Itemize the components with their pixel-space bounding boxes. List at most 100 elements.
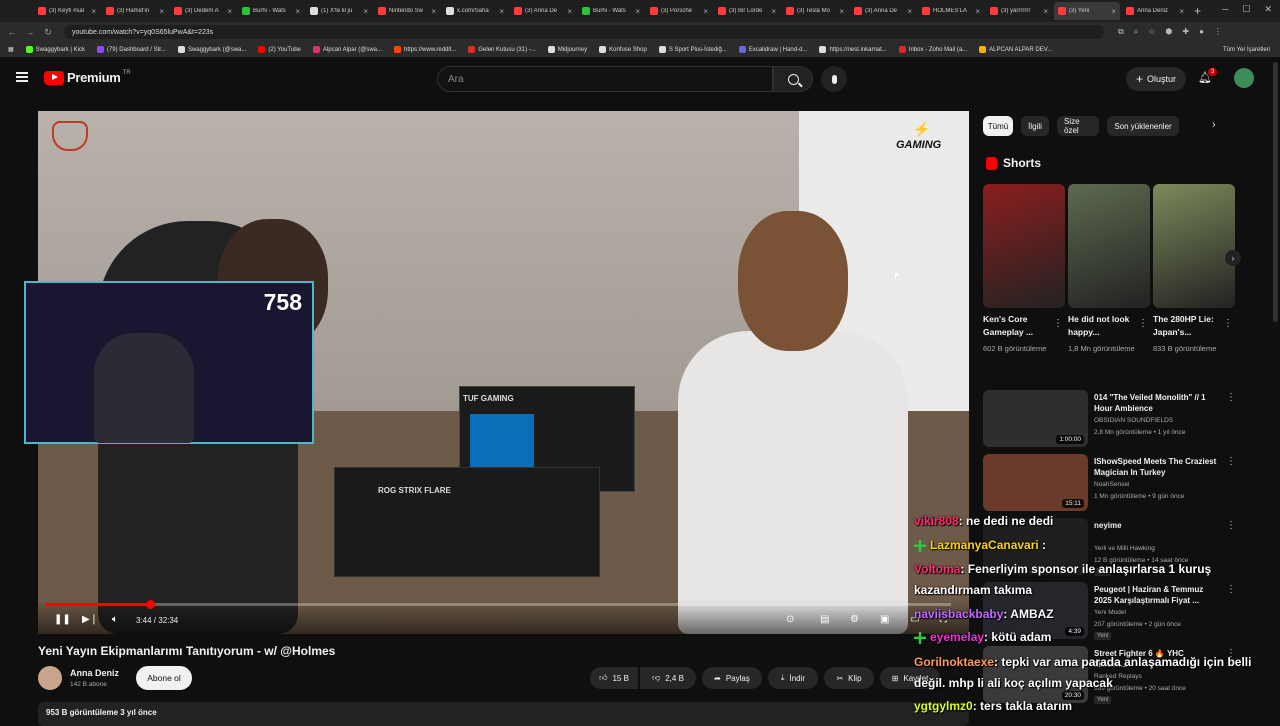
profile-icon[interactable]: ● (1199, 27, 1204, 37)
close-tab-icon[interactable]: × (1111, 7, 1116, 16)
close-window-icon[interactable]: ✕ (1264, 4, 1272, 15)
kebab-menu-icon[interactable]: ⋮ (1226, 584, 1236, 595)
filter-chip[interactable]: Tümü (983, 116, 1013, 136)
minimize-icon[interactable]: ─ (1222, 4, 1228, 15)
recommendation-title[interactable]: Peugeot | Haziran & Temmuz 2025 Karşılaş… (1094, 584, 1218, 606)
browser-tab[interactable]: (1) X'te lil ju × (306, 2, 372, 20)
recommendation-title[interactable]: IShowSpeed Meets The Craziest Magician I… (1094, 456, 1218, 478)
close-tab-icon[interactable]: × (499, 7, 504, 16)
short-thumbnail[interactable] (1153, 184, 1235, 308)
bookmark-item[interactable]: Gelen Kutusu (31) -... (468, 46, 536, 53)
voice-search-button[interactable] (821, 66, 847, 92)
zoom-icon[interactable]: ⌕ (1134, 27, 1138, 37)
bookmark-item[interactable]: https://www.reddit... (394, 46, 456, 53)
miniplayer-icon[interactable]: ▣ (880, 614, 889, 625)
bookmark-item[interactable]: Konfuse Shop (599, 46, 647, 53)
browser-tab[interactable]: Nintendo Sw × (374, 2, 440, 20)
kebab-menu-icon[interactable]: ⋮ (1053, 318, 1063, 329)
bookmark-item[interactable]: Inbox - Zoho Mail (a... (898, 46, 967, 53)
like-button[interactable]: 👍︎ 15 B (590, 667, 638, 689)
chevron-right-icon[interactable]: › (1212, 119, 1216, 131)
browser-tab[interactable]: Anna Deniz × (1122, 2, 1188, 20)
kebab-menu-icon[interactable]: ⋮ (1214, 27, 1222, 37)
next-icon[interactable]: ▶❘ (82, 614, 98, 625)
forward-icon[interactable]: → (24, 27, 36, 37)
recommendation-thumbnail[interactable]: 15:11 (983, 454, 1088, 511)
kebab-menu-icon[interactable]: ⋮ (1226, 456, 1236, 467)
close-tab-icon[interactable]: × (159, 7, 164, 16)
browser-tab[interactable]: (3) Porsche × (646, 2, 712, 20)
channel-name[interactable]: Anna Deniz (70, 668, 119, 678)
recommendation-title[interactable]: neyime (1094, 520, 1218, 531)
recommendation-channel[interactable]: NoahSensei (1094, 481, 1129, 488)
settings-gear-icon[interactable]: ⚙ (850, 614, 859, 625)
short-title[interactable]: He did not look happy... (1068, 313, 1134, 339)
description-box[interactable] (38, 702, 969, 726)
filter-chip[interactable]: Son yüklenenler (1107, 116, 1179, 136)
reload-icon[interactable]: ↻ (42, 27, 54, 38)
recommendation-channel[interactable]: OBSIDIAN SOUNDFIELDS (1094, 417, 1173, 424)
close-tab-icon[interactable]: × (567, 7, 572, 16)
search-button[interactable] (773, 66, 813, 92)
kebab-menu-icon[interactable]: ⋮ (1226, 392, 1236, 403)
bookmark-item[interactable]: Swaggybark (@swa... (177, 46, 246, 53)
url-field[interactable]: youtube.com/watch?v=yq0S65luPwA&t=223s (64, 25, 1104, 39)
bookmark-item[interactable]: (2) YouTube (258, 46, 301, 53)
subscribe-button[interactable]: Abone ol (136, 666, 192, 690)
all-bookmarks[interactable]: Tüm Yer İşaretleri (1223, 47, 1270, 53)
search-input[interactable]: Ara (437, 66, 773, 92)
progress-knob[interactable] (145, 600, 155, 609)
browser-tab[interactable]: (3) Anna De × (850, 2, 916, 20)
short-title[interactable]: Ken's Core Gameplay ... (983, 313, 1049, 339)
hamburger-menu-icon[interactable] (16, 72, 28, 82)
bookmark-item[interactable]: S Sport Plus-İstediğ... (658, 46, 727, 53)
short-title[interactable]: The 280HP Lie: Japan's... (1153, 313, 1219, 339)
share-button[interactable]: ➦ Paylaş (702, 667, 762, 689)
bookmark-item[interactable]: Alpcan Alpar (@swa... (312, 46, 382, 53)
autoplay-toggle-icon[interactable]: ⊙ (786, 614, 794, 625)
clip-button[interactable]: ✂ Klip (824, 667, 874, 689)
browser-tab[interactable]: HOLMES'LA × (918, 2, 984, 20)
create-button[interactable]: + Oluştur (1126, 67, 1186, 91)
close-tab-icon[interactable]: × (1179, 7, 1184, 16)
maximize-icon[interactable]: ☐ (1242, 4, 1250, 15)
avatar[interactable] (1234, 68, 1254, 88)
browser-tab[interactable]: (3) Bir Lorde × (714, 2, 780, 20)
back-icon[interactable]: ← (6, 27, 18, 37)
puzzle-icon[interactable]: ✚ (1182, 27, 1189, 37)
bookmark-item[interactable]: https://nest.inkarnat... (819, 46, 887, 53)
close-tab-icon[interactable]: × (771, 7, 776, 16)
close-tab-icon[interactable]: × (839, 7, 844, 16)
close-tab-icon[interactable]: × (635, 7, 640, 16)
bookmark-item[interactable]: Swaggybark | Kick (25, 46, 85, 53)
filter-chip[interactable]: İlgili (1021, 116, 1049, 136)
kebab-menu-icon[interactable]: ⋮ (1138, 318, 1148, 329)
browser-tab[interactable]: Burhi - Wats × (238, 2, 304, 20)
recommendation-title[interactable]: 014 "The Veiled Monolith" // 1 Hour Ambi… (1094, 392, 1218, 414)
subtitles-icon[interactable]: ▤ (820, 614, 829, 625)
install-icon[interactable]: ⧉ (1118, 27, 1124, 37)
pause-icon[interactable]: ❚❚ (54, 614, 71, 625)
browser-tab[interactable]: (3) Anna De × (510, 2, 576, 20)
bookmark-item[interactable]: Midjourney (547, 46, 587, 53)
youtube-logo[interactable]: Premium TR (44, 70, 131, 85)
filter-chip[interactable]: Size özel (1057, 116, 1099, 136)
bookmark-item[interactable]: (79) Dashboard / Str... (96, 46, 166, 53)
recommendation-channel[interactable]: Yerli ve Milli Hawking (1094, 545, 1155, 552)
short-thumbnail[interactable] (983, 184, 1065, 308)
extension-icon[interactable]: ⬢ (1165, 27, 1172, 37)
close-tab-icon[interactable]: × (975, 7, 980, 16)
browser-tab[interactable]: Burhi - Wats × (578, 2, 644, 20)
close-tab-icon[interactable]: × (91, 7, 96, 16)
close-tab-icon[interactable]: × (1043, 7, 1048, 16)
browser-tab[interactable]: (3) yarrrrrrr × (986, 2, 1052, 20)
download-button[interactable]: ⤓ İndir (768, 667, 818, 689)
kebab-menu-icon[interactable]: ⋮ (1226, 520, 1236, 531)
browser-tab[interactable]: (3) Keyfi #sal × (34, 2, 100, 20)
close-tab-icon[interactable]: × (907, 7, 912, 16)
recommendation-channel[interactable]: Yeni Model (1094, 609, 1126, 616)
browser-tab[interactable]: x.com/Saha × (442, 2, 508, 20)
short-thumbnail[interactable] (1068, 184, 1150, 308)
close-tab-icon[interactable]: × (703, 7, 708, 16)
browser-tab[interactable]: (3) Dedem A × (170, 2, 236, 20)
